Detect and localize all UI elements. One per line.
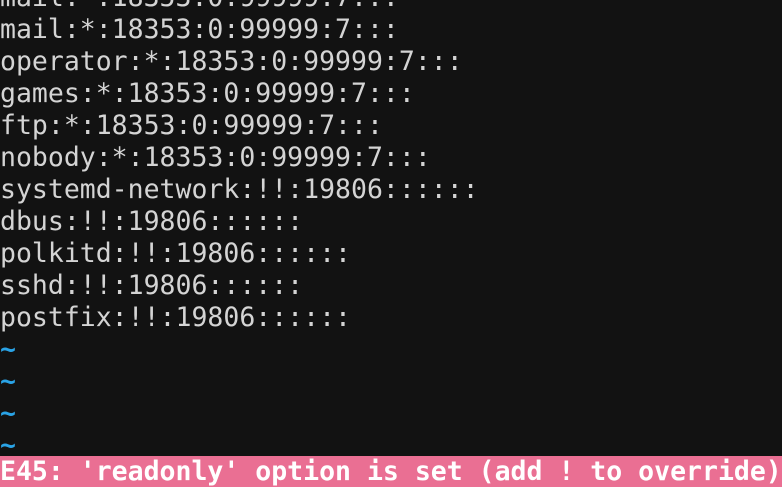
error-message: E45: 'readonly' option is set (add ! to …	[0, 456, 782, 487]
buffer-line: games:*:18353:0:99999:7:::	[0, 78, 415, 109]
terminal-window[interactable]: mail:*:18353:0:99999:7::: mail:*:18353:0…	[0, 0, 782, 487]
buffer-line: operator:*:18353:0:99999:7:::	[0, 46, 463, 77]
empty-line-marker: ~	[0, 334, 16, 365]
empty-line-marker: ~	[0, 398, 16, 429]
buffer-line: nobody:*:18353:0:99999:7:::	[0, 142, 431, 173]
buffer-line: polkitd:!!:19806::::::	[0, 238, 351, 269]
buffer-line: postfix:!!:19806::::::	[0, 302, 351, 333]
editor-buffer[interactable]: mail:*:18353:0:99999:7::: mail:*:18353:0…	[0, 0, 782, 462]
buffer-line: sshd:!!:19806::::::	[0, 270, 304, 301]
buffer-line: mail:*:18353:0:99999:7:::	[0, 0, 782, 14]
buffer-line: systemd-network:!!:19806::::::	[0, 174, 479, 205]
buffer-line: ftp:*:18353:0:99999:7:::	[0, 110, 383, 141]
empty-line-marker: ~	[0, 366, 16, 397]
buffer-line: mail:*:18353:0:99999:7:::	[0, 14, 399, 45]
buffer-line: dbus:!!:19806::::::	[0, 206, 304, 237]
